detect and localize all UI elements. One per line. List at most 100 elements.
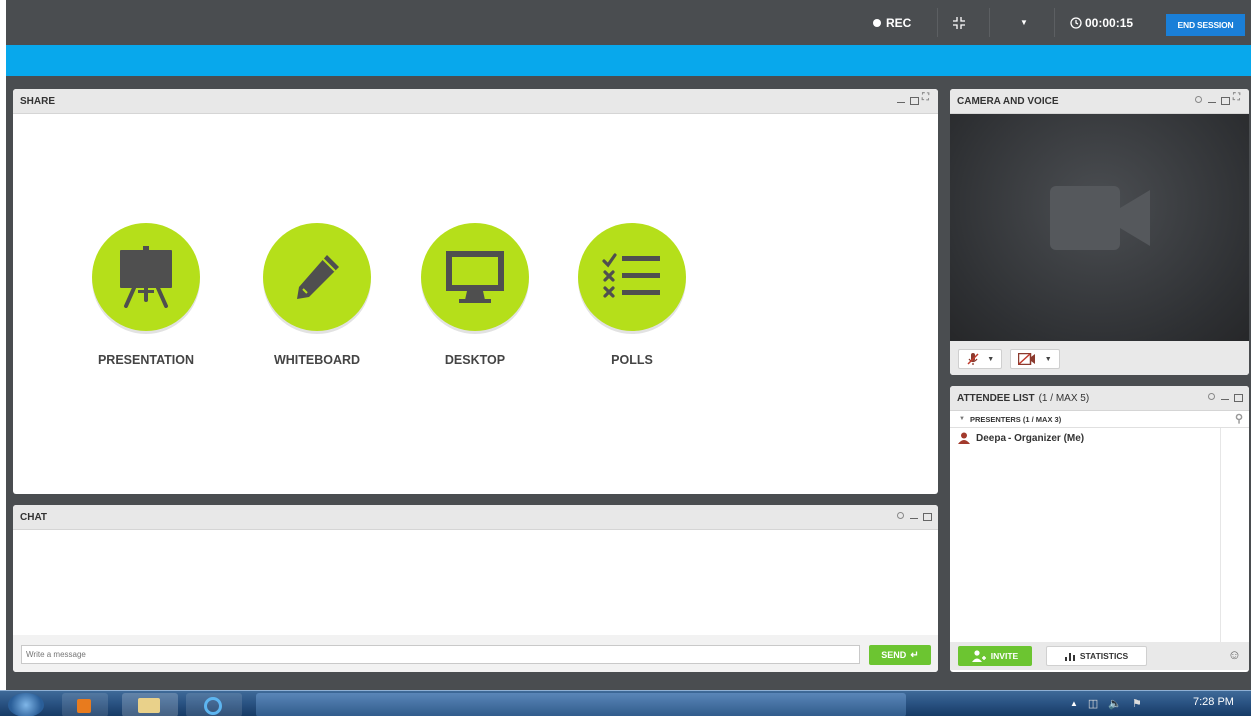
presentation-easel-icon — [92, 223, 200, 331]
start-button[interactable] — [8, 693, 44, 716]
chat-panel: CHAT SEND ↵ — [13, 505, 938, 672]
maximize-icon[interactable] — [909, 95, 919, 105]
clock-icon — [1070, 16, 1082, 29]
whiteboard-tool[interactable]: WHITEBOARD — [247, 223, 387, 367]
desktop-tool[interactable]: DESKTOP — [405, 223, 545, 367]
flag-icon[interactable]: ⚑ — [1132, 697, 1142, 710]
camera-off-icon — [1018, 353, 1036, 365]
microphone-muted-icon — [967, 353, 979, 365]
share-panel: SHARE PRESENTATION WHITEBOARD — [13, 89, 938, 494]
enter-arrow-icon: ↵ — [910, 649, 919, 661]
maximize-icon[interactable] — [922, 511, 932, 521]
record-dot-icon — [873, 18, 881, 27]
fullscreen-icon[interactable] — [952, 0, 966, 45]
polls-label: POLLS — [611, 353, 653, 367]
divider — [1054, 8, 1055, 37]
popout-icon[interactable] — [1233, 92, 1243, 105]
popout-icon[interactable] — [922, 92, 932, 105]
camera-panel-title: CAMERA AND VOICE — [957, 95, 1059, 107]
volume-icon[interactable]: 🔈 — [1108, 697, 1122, 710]
settings-gear-icon[interactable] — [896, 511, 906, 521]
chat-message-input[interactable] — [21, 645, 860, 664]
dropdown-arrow-icon: ▼ — [1044, 355, 1052, 363]
divider — [950, 427, 1249, 428]
menu-dropdown-icon[interactable]: ▼ — [1020, 0, 1028, 45]
system-tray: ▲ ◫ 🔈 ⚑ — [1070, 697, 1142, 710]
attendee-footer: INVITE STATISTICS ☺ — [950, 642, 1249, 670]
window-edge — [0, 45, 6, 690]
camera-toggle[interactable]: ▼ — [1010, 349, 1060, 369]
attendee-panel-header: ATTENDEE LIST (1 / MAX 5) — [950, 386, 1249, 411]
system-clock[interactable]: 7:28 PM — [1193, 696, 1234, 708]
chat-panel-title: CHAT — [20, 511, 48, 523]
share-panel-title: SHARE — [20, 95, 56, 107]
taskbar-app-media[interactable] — [62, 693, 108, 716]
collapse-arrow-icon: ▼ — [959, 416, 965, 422]
end-session-button[interactable]: END SESSION — [1166, 14, 1245, 36]
presentation-tool[interactable]: PRESENTATION — [76, 223, 216, 367]
window-edge — [0, 0, 6, 45]
settings-gear-icon[interactable] — [1194, 95, 1204, 105]
invite-label: INVITE — [990, 651, 1019, 661]
attendee-item[interactable]: Deepa - Organizer (Me) — [958, 432, 1084, 444]
video-preview — [950, 114, 1249, 341]
monitor-icon — [421, 223, 529, 331]
presenters-label: PRESENTERS (1 / MAX 3) — [969, 414, 1062, 424]
accent-bar — [6, 45, 1251, 76]
minimize-icon[interactable] — [1220, 392, 1230, 402]
attendee-role: - Organizer (Me) — [1008, 432, 1085, 444]
network-icon[interactable]: ◫ — [1088, 697, 1098, 710]
attendee-name: Deepa — [976, 432, 1007, 444]
minimize-icon[interactable] — [1207, 95, 1217, 105]
video-camera-icon — [1050, 186, 1150, 250]
microphone-toggle[interactable]: ▼ — [958, 349, 1002, 369]
settings-gear-icon[interactable] — [1207, 392, 1217, 402]
presenters-group[interactable]: ▼ PRESENTERS (1 / MAX 3) ⚲ — [950, 411, 1249, 427]
minimize-icon[interactable] — [909, 511, 919, 521]
camera-controls: ▼ ▼ — [950, 341, 1249, 375]
statistics-label: STATISTICS — [1079, 651, 1129, 661]
maximize-icon[interactable] — [1220, 95, 1230, 105]
media-player-icon — [77, 699, 91, 713]
send-button[interactable]: SEND ↵ — [869, 645, 931, 665]
taskbar-app-explorer[interactable] — [122, 693, 178, 716]
record-label: REC — [886, 15, 912, 30]
search-icon[interactable]: ⚲ — [1235, 412, 1243, 425]
maximize-icon[interactable] — [1233, 392, 1243, 402]
folder-icon — [138, 698, 160, 713]
whiteboard-label: WHITEBOARD — [273, 353, 361, 367]
chat-panel-header: CHAT — [13, 505, 938, 530]
presentation-label: PRESENTATION — [97, 353, 195, 367]
scrollbar-track[interactable] — [1220, 428, 1221, 642]
tray-arrow-icon[interactable]: ▲ — [1070, 699, 1078, 708]
attendee-panel-title: ATTENDEE LIST — [957, 392, 1035, 404]
send-label: SEND — [881, 650, 907, 660]
camera-panel: CAMERA AND VOICE ▼ — [950, 89, 1249, 375]
session-timer: 00:00:15 — [1070, 0, 1133, 45]
share-panel-header: SHARE — [13, 89, 938, 114]
attendee-panel: ATTENDEE LIST (1 / MAX 5) ▼ PRESENTERS (… — [950, 386, 1249, 672]
emoticon-icon[interactable]: ☺ — [1228, 647, 1241, 662]
dropdown-arrow-icon: ▼ — [987, 355, 995, 363]
divider — [937, 8, 938, 37]
internet-explorer-icon — [204, 697, 222, 715]
top-bar — [0, 0, 1251, 45]
divider — [989, 8, 990, 37]
invite-button[interactable]: INVITE — [958, 646, 1032, 666]
timer-value: 00:00:15 — [1085, 15, 1134, 30]
add-user-icon — [971, 650, 986, 662]
taskbar-active-window[interactable] — [256, 693, 906, 716]
poll-checklist-icon — [578, 223, 686, 331]
minimize-icon[interactable] — [896, 95, 906, 105]
os-taskbar: ▲ ◫ 🔈 ⚑ 7:28 PM — [0, 690, 1251, 716]
statistics-button[interactable]: STATISTICS — [1046, 646, 1147, 666]
desktop-label: DESKTOP — [444, 353, 506, 367]
attendee-count: (1 / MAX 5) — [1038, 392, 1090, 404]
user-icon — [958, 432, 970, 444]
taskbar-app-browser[interactable] — [186, 693, 242, 716]
bar-chart-icon — [1064, 653, 1075, 661]
pencil-icon — [263, 223, 371, 331]
polls-tool[interactable]: POLLS — [562, 223, 702, 367]
camera-panel-header: CAMERA AND VOICE — [950, 89, 1249, 114]
record-indicator[interactable]: REC — [873, 0, 911, 45]
